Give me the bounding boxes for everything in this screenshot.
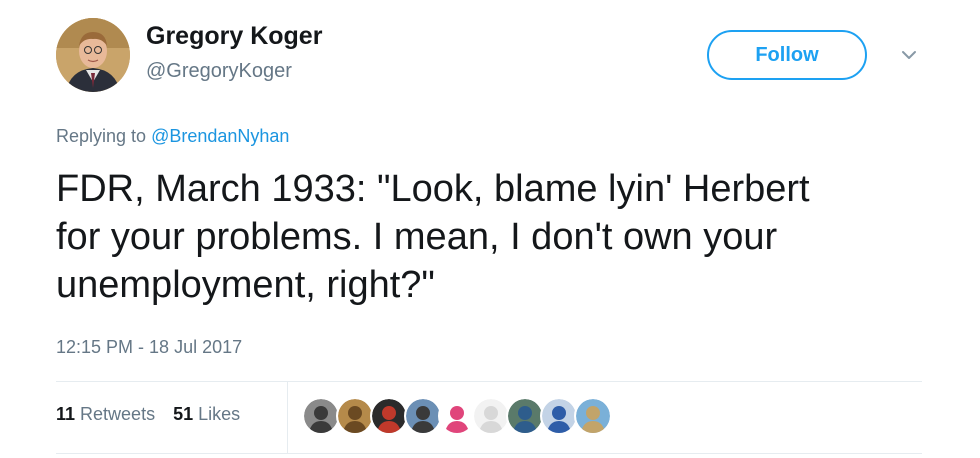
tweet-stats: 11 Retweets 51 Likes (56, 404, 240, 425)
likes-label: Likes (198, 404, 241, 424)
author-avatar[interactable] (56, 18, 130, 92)
reply-context: Replying to @BrendanNyhan (56, 126, 289, 147)
follow-button[interactable]: Follow (707, 30, 867, 80)
liker-avatar[interactable] (370, 397, 408, 435)
retweets-count: 11 (56, 404, 76, 424)
author-name[interactable]: Gregory Koger (146, 22, 322, 51)
liker-avatar[interactable] (540, 397, 578, 435)
reply-mention-link[interactable]: @BrendanNyhan (151, 126, 289, 146)
tweet-text-line: for your problems. I mean, I don't own y… (56, 216, 778, 258)
liker-avatar[interactable] (404, 397, 442, 435)
liker-avatar[interactable] (506, 397, 544, 435)
stats-top-divider (56, 381, 922, 382)
liker-avatar[interactable] (472, 397, 510, 435)
liker-avatar[interactable] (574, 397, 612, 435)
author-handle[interactable]: @GregoryKoger (146, 60, 292, 83)
tweet-text-line: FDR, March 1933: "Look, blame lyin' Herb… (56, 168, 810, 210)
tweet-timestamp[interactable]: 12:15 PM - 18 Jul 2017 (56, 337, 242, 358)
retweets-label: Retweets (80, 404, 156, 424)
chevron-down-icon[interactable] (898, 44, 920, 66)
tweet-text-line: unemployment, right?" (56, 264, 435, 306)
retweets-stat[interactable]: 11 Retweets (56, 404, 155, 425)
liker-avatar[interactable] (302, 397, 340, 435)
liker-avatar[interactable] (438, 397, 476, 435)
liker-avatars (302, 397, 612, 435)
stats-separator (287, 381, 288, 453)
likes-stat[interactable]: 51 Likes (173, 404, 240, 425)
author-avatar-image (56, 18, 130, 92)
likes-count: 51 (173, 404, 194, 424)
reply-prefix: Replying to (56, 126, 152, 146)
stats-bottom-divider (56, 453, 922, 454)
liker-avatar[interactable] (336, 397, 374, 435)
tweet-text: FDR, March 1933: "Look, blame lyin' Herb… (56, 165, 956, 309)
